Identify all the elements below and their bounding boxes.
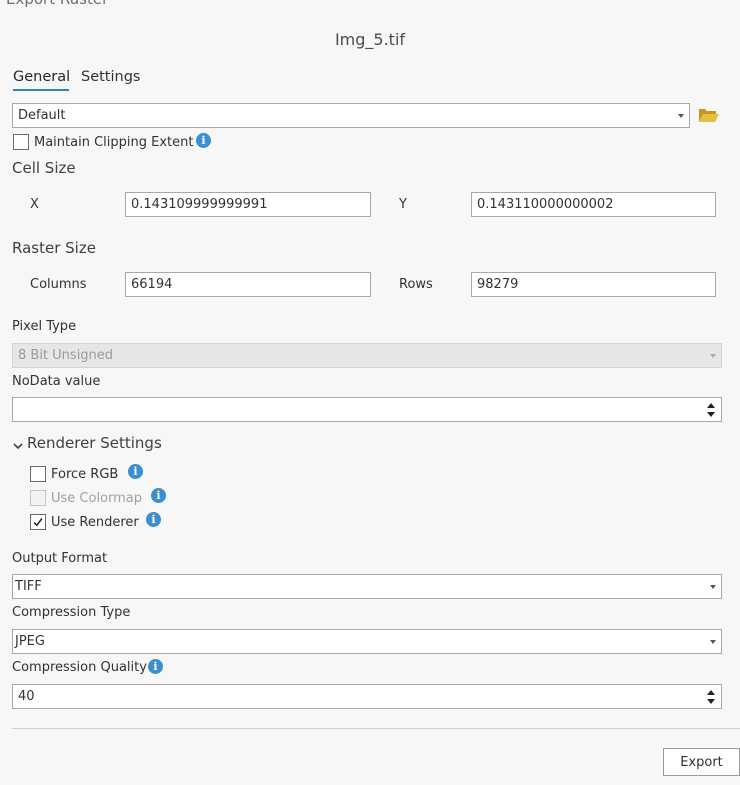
chevron-down-icon	[710, 640, 716, 644]
output-format-value: TIFF	[15, 579, 42, 594]
export-button[interactable]: Export	[663, 748, 740, 776]
output-format-label: Output Format	[12, 551, 108, 566]
compression-type-value: JPEG	[15, 634, 45, 649]
nodata-input[interactable]	[12, 397, 722, 422]
cell-size-x-value: 0.143109999999991	[131, 197, 268, 212]
rows-label: Rows	[399, 277, 433, 292]
chevron-down-icon	[678, 114, 684, 118]
pane-title: Export Raster	[6, 0, 108, 8]
force-rgb-checkbox[interactable]	[30, 466, 46, 482]
output-coordinate-system-dropdown[interactable]: Default	[12, 103, 690, 128]
use-colormap-checkbox	[30, 490, 46, 506]
maintain-clipping-extent-checkbox[interactable]	[13, 134, 29, 150]
info-icon[interactable]: i	[148, 659, 163, 674]
columns-label: Columns	[30, 277, 87, 292]
chevron-down-icon[interactable]	[13, 439, 23, 450]
cell-size-x-input[interactable]: 0.143109999999991	[125, 192, 371, 217]
use-renderer-label: Use Renderer	[51, 515, 139, 530]
tab-active-indicator	[13, 89, 69, 91]
compression-type-label: Compression Type	[12, 605, 131, 620]
cell-size-y-value: 0.143110000000002	[477, 197, 614, 212]
compression-quality-input[interactable]: 40	[12, 684, 722, 709]
footer-divider	[12, 728, 740, 729]
cell-size-heading: Cell Size	[12, 159, 76, 177]
open-folder-icon[interactable]	[698, 106, 720, 124]
rows-input[interactable]: 98279	[471, 272, 716, 297]
output-format-dropdown[interactable]: TIFF	[12, 574, 722, 599]
checkmark-icon	[33, 518, 43, 527]
tab-general[interactable]: General	[13, 69, 70, 85]
file-name-title: Img_5.tif	[334, 30, 406, 49]
nodata-label: NoData value	[12, 374, 101, 389]
pixel-type-value: 8 Bit Unsigned	[18, 348, 114, 363]
compression-type-dropdown[interactable]: JPEG	[12, 629, 722, 654]
columns-input[interactable]: 66194	[125, 272, 371, 297]
pixel-type-label: Pixel Type	[12, 319, 77, 334]
chevron-down-icon	[710, 354, 716, 358]
output-coordinate-system-value: Default	[18, 108, 66, 123]
spinner-icon[interactable]	[707, 402, 716, 418]
raster-size-heading: Raster Size	[12, 239, 96, 257]
cell-size-y-label: Y	[399, 197, 407, 212]
cell-size-x-label: X	[30, 197, 39, 212]
info-icon[interactable]: i	[196, 133, 211, 148]
force-rgb-label: Force RGB	[51, 467, 119, 482]
tab-settings[interactable]: Settings	[81, 69, 140, 85]
info-icon[interactable]: i	[146, 512, 161, 527]
renderer-settings-heading[interactable]: Renderer Settings	[27, 434, 162, 452]
info-icon[interactable]: i	[151, 488, 166, 503]
info-icon[interactable]: i	[128, 464, 143, 479]
columns-value: 66194	[131, 277, 173, 292]
cell-size-y-input[interactable]: 0.143110000000002	[471, 192, 716, 217]
compression-quality-label: Compression Quality	[12, 660, 147, 675]
chevron-down-icon	[710, 585, 716, 589]
pixel-type-dropdown: 8 Bit Unsigned	[12, 343, 722, 368]
rows-value: 98279	[477, 277, 519, 292]
spinner-icon[interactable]	[707, 689, 716, 705]
use-colormap-label: Use Colormap	[51, 491, 143, 506]
compression-quality-value: 40	[18, 689, 35, 704]
maintain-clipping-extent-label: Maintain Clipping Extent	[34, 135, 194, 150]
use-renderer-checkbox[interactable]	[30, 514, 46, 530]
